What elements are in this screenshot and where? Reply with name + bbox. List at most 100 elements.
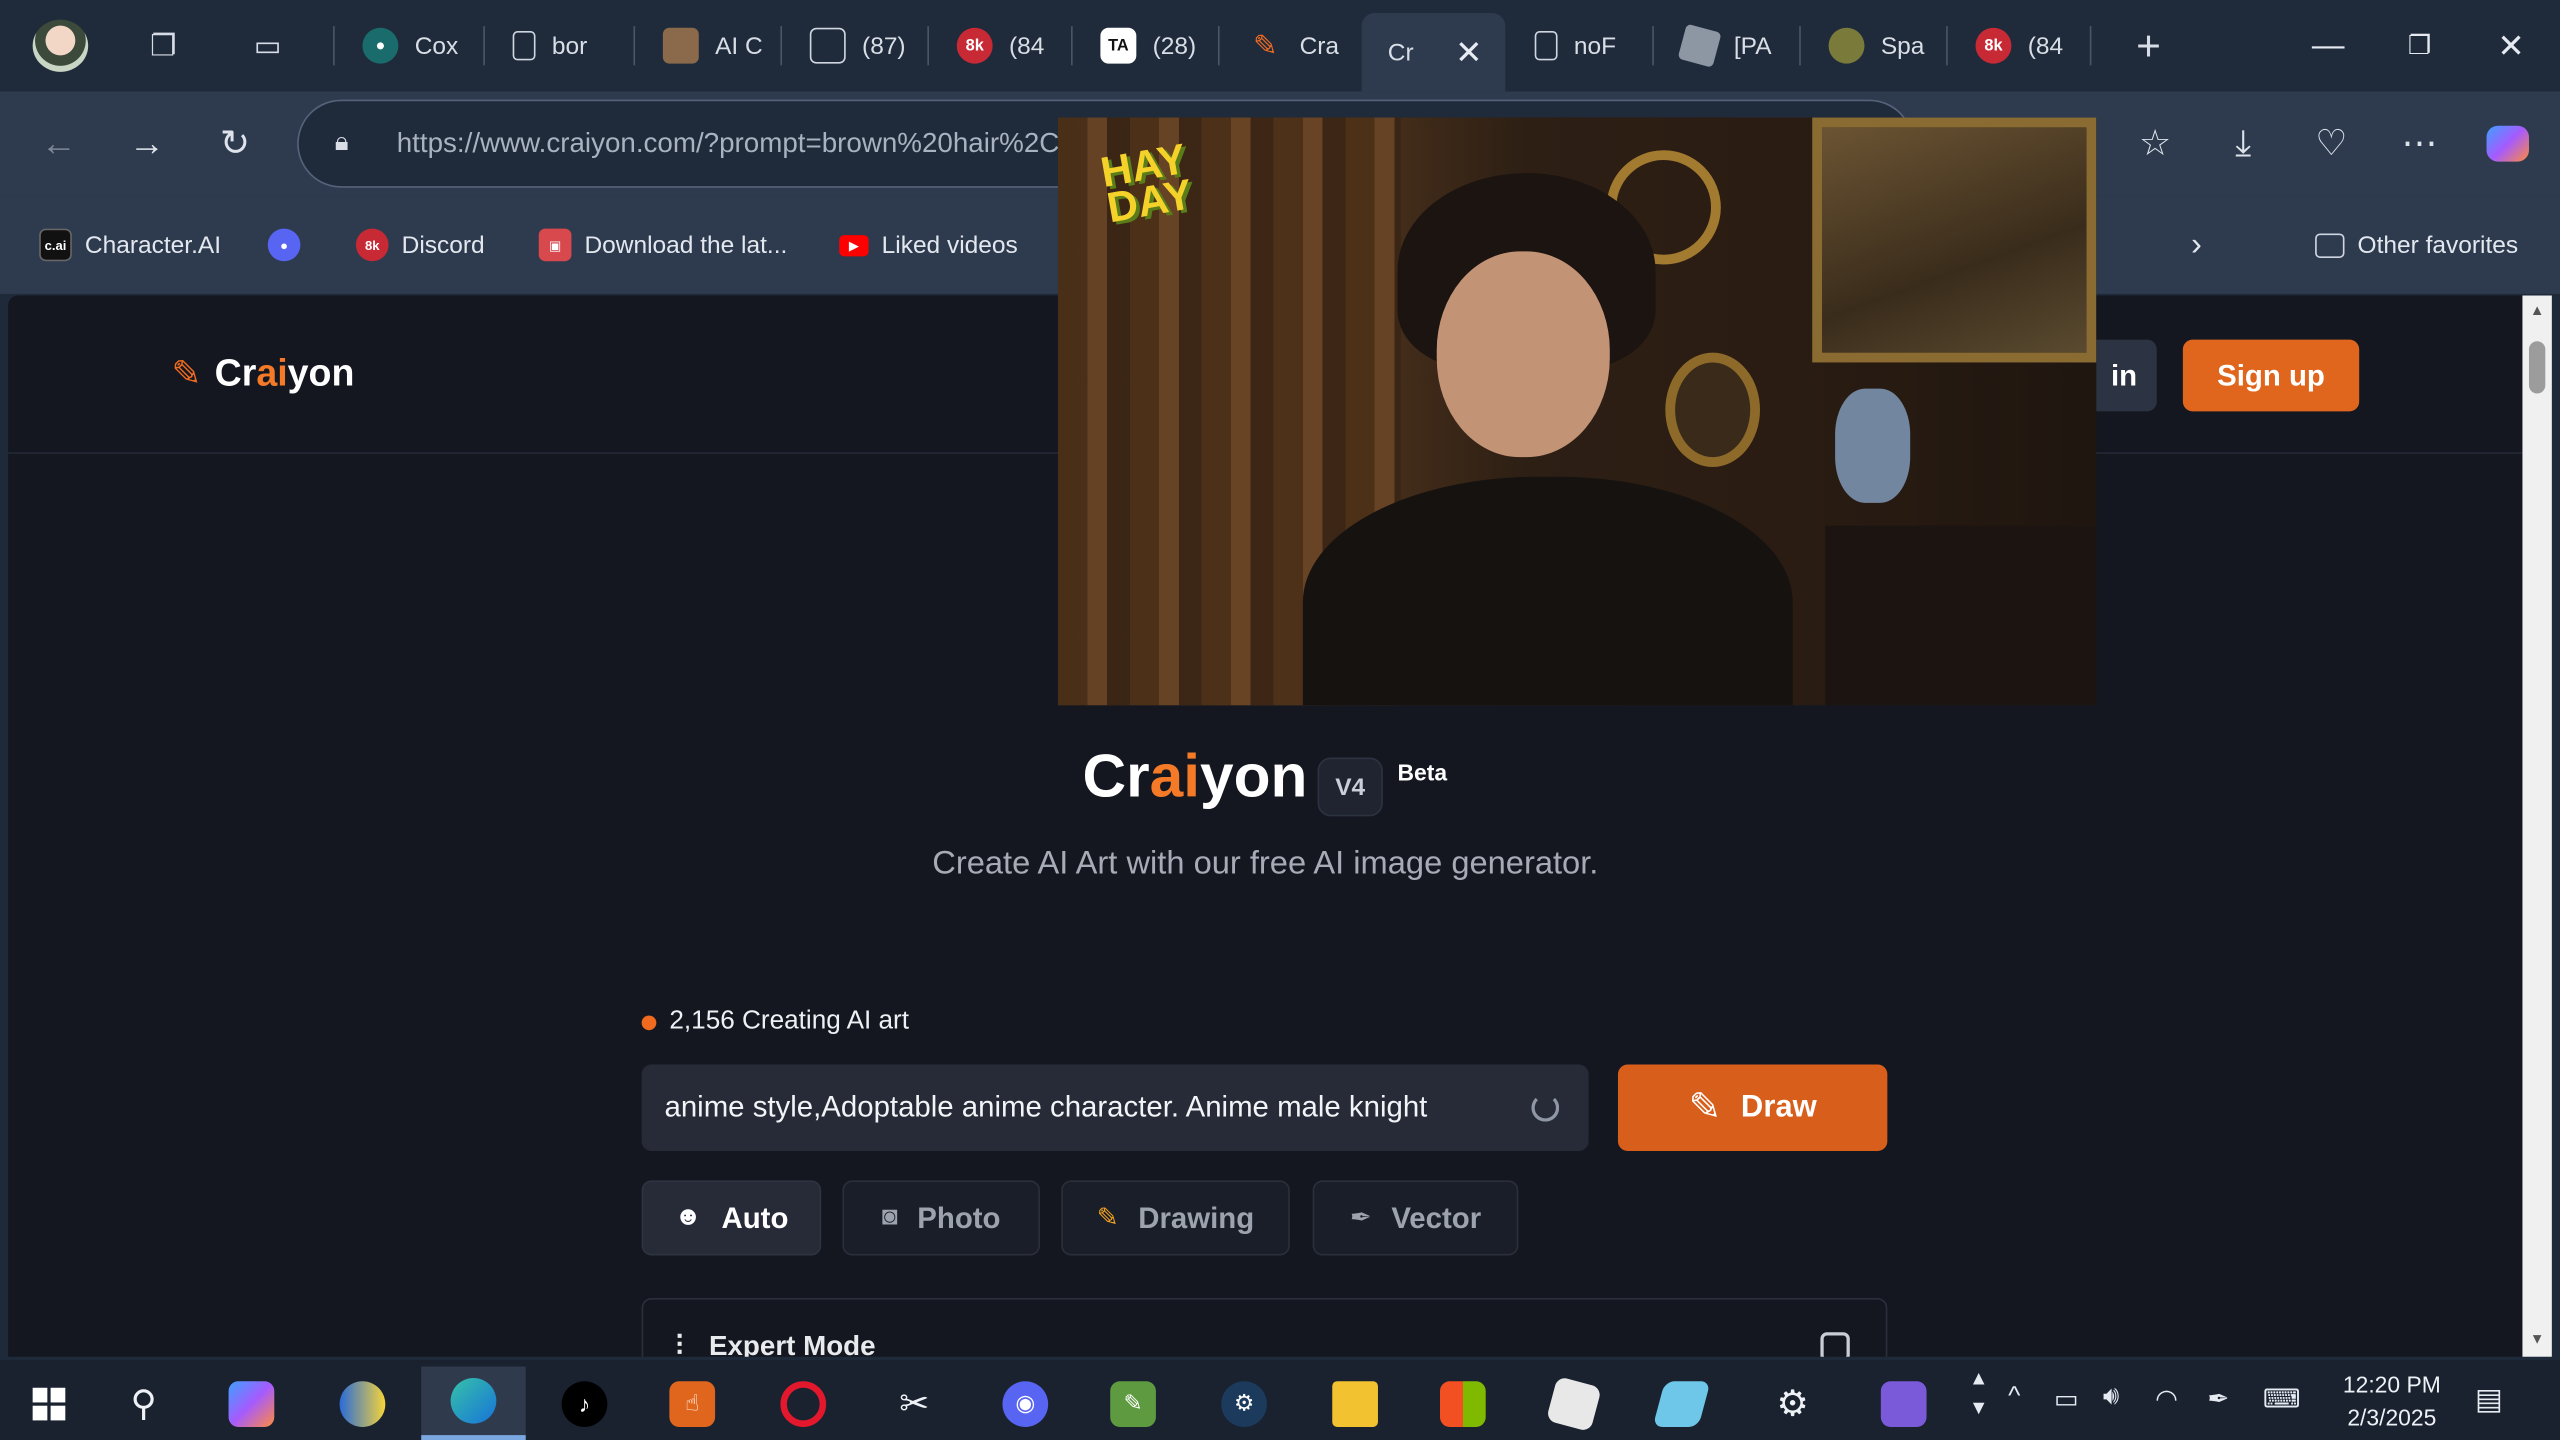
tab-2[interactable]: bor <box>487 13 634 78</box>
prompt-input[interactable]: anime style,Adoptable anime character. A… <box>641 1064 1589 1152</box>
draw-button[interactable]: ✎ Draw <box>1617 1064 1888 1152</box>
hay-day-logo: HAY DAY <box>1096 133 1197 233</box>
microsoft-store-icon[interactable] <box>1414 1367 1512 1440</box>
url-text[interactable]: https://www.craiyon.com/?prompt=brown%20… <box>397 127 1060 160</box>
signup-button[interactable]: Sign up <box>2182 339 2360 412</box>
other-favorites[interactable]: Other favorites <box>2315 225 2518 264</box>
app-cyan-icon[interactable] <box>1633 1367 1731 1440</box>
hero-subtitle: Create AI Art with our free AI image gen… <box>932 845 1599 882</box>
pen-nib-icon: ✒ <box>1349 1204 1372 1233</box>
pen-icon[interactable]: ✒ <box>2207 1383 2229 1416</box>
keyboard-icon[interactable]: ⌨ <box>2263 1383 2301 1416</box>
folder-icon <box>2315 232 2345 258</box>
notifications-icon[interactable]: ▤ <box>2475 1383 2503 1417</box>
screen: ❐ ▭ ● Cox bor AI C (87) 8k (84 TA (28) ✎… <box>0 0 2560 1440</box>
plush-toy-image <box>1835 388 1911 503</box>
refresh-icon[interactable]: ↻ <box>209 118 261 170</box>
volume-icon[interactable]: 🔊︎ <box>2103 1383 2119 1412</box>
status-dot-icon <box>641 1014 657 1030</box>
back-icon[interactable]: ← <box>33 118 85 170</box>
settings-icon[interactable]: ⚙ <box>1744 1367 1842 1440</box>
lock-icon[interactable]: 🔒︎ <box>335 129 364 158</box>
roblox-taskbar-icon[interactable] <box>1525 1367 1623 1440</box>
pencil-logo-icon: ✎ <box>171 351 202 393</box>
globe-teal-icon: ● <box>362 27 399 64</box>
expert-mode-toggle[interactable]: ⫶ Expert Mode <box>641 1297 1888 1357</box>
tab-11[interactable]: Spa <box>1802 13 1946 78</box>
favorite-character-ai[interactable]: c.ai Character.AI <box>39 225 221 264</box>
new-tab-icon[interactable]: + <box>2126 20 2172 69</box>
restore-icon[interactable]: ❐ <box>2387 23 2452 69</box>
mode-auto-button[interactable]: ☻ Auto <box>641 1180 822 1256</box>
person-face-image <box>1436 251 1610 458</box>
tab-5[interactable]: 8k (84 <box>931 13 1071 78</box>
expand-icon[interactable] <box>1820 1332 1850 1357</box>
taskbar-scroll-icon[interactable]: ▲ ▼ <box>1969 1363 1988 1422</box>
file-explorer-icon[interactable] <box>1306 1367 1404 1440</box>
tab-3[interactable]: AI C <box>637 13 781 78</box>
search-icon[interactable]: ⚲ <box>95 1367 193 1440</box>
tab-active[interactable]: Cr ✕ <box>1361 13 1506 92</box>
tab-actions-icon[interactable]: ▭ <box>245 23 291 69</box>
snipping-tool-icon[interactable]: ✂ <box>865 1367 963 1440</box>
app-orange-icon[interactable]: ☝ <box>643 1367 741 1440</box>
cai-icon: c.ai <box>39 228 72 262</box>
tab-1[interactable]: ● Cox <box>336 13 483 78</box>
battery-icon[interactable]: ▭ <box>2054 1383 2079 1416</box>
8k-badge-icon: 8k <box>956 27 993 64</box>
forward-icon[interactable]: → <box>121 118 173 170</box>
mode-photo-button[interactable]: ◙ Photo <box>842 1180 1040 1256</box>
scroll-thumb[interactable] <box>2528 341 2546 394</box>
tab-4[interactable]: (87) <box>784 13 928 78</box>
painting-image <box>1812 117 2097 363</box>
scroll-down-icon[interactable]: ▼ <box>2529 1331 2545 1347</box>
close-tab-icon[interactable]: ✕ <box>1455 32 1482 73</box>
app-green-icon[interactable]: ✎ <box>1084 1367 1182 1440</box>
download-icon[interactable]: ⤓ <box>2217 118 2269 170</box>
favorite-download[interactable]: ▣ Download the lat... <box>538 225 787 264</box>
favorite-liked-videos[interactable]: ▶ Liked videos <box>839 225 1018 264</box>
close-window-icon[interactable]: ✕ <box>2478 23 2543 69</box>
ta-logo-icon: TA <box>1100 27 1137 64</box>
wifi-icon[interactable]: ◠ <box>2155 1383 2178 1416</box>
discord-icon: ● <box>267 228 301 262</box>
steam-icon[interactable]: ⚙ <box>1195 1367 1293 1440</box>
tab-6[interactable]: TA (28) <box>1074 13 1218 78</box>
8k-badge-icon: 8k <box>355 228 389 262</box>
edge-icon[interactable] <box>421 1366 526 1440</box>
document-icon <box>1534 31 1558 61</box>
favorite-discord[interactable]: 8k Discord <box>355 225 485 264</box>
scroll-up-icon[interactable]: ▲ <box>2529 302 2545 318</box>
tab-12[interactable]: 8k (84 <box>1949 13 2089 78</box>
loading-spinner-icon <box>1531 1093 1560 1122</box>
more-menu-icon[interactable]: ⋯ <box>2393 118 2445 170</box>
pencil-icon: ✎ <box>1096 1204 1119 1233</box>
opera-icon[interactable] <box>754 1367 852 1440</box>
tab-9[interactable]: noF <box>1509 13 1653 78</box>
tiktok-icon[interactable]: ♪ <box>536 1367 634 1440</box>
minimize-icon[interactable]: — <box>2296 23 2361 69</box>
start-icon[interactable] <box>0 1367 98 1440</box>
browser-essentials-icon[interactable]: ♡ <box>2305 118 2357 170</box>
tab-7[interactable]: ✎ Cra <box>1221 13 1358 78</box>
favorites-star-icon[interactable]: ☆ <box>2129 118 2181 170</box>
workspaces-icon[interactable]: ❐ <box>140 23 186 69</box>
discord-taskbar-icon[interactable]: ◉ <box>976 1367 1074 1440</box>
camera-icon: ◙ <box>881 1203 898 1232</box>
copilot-icon[interactable] <box>2482 118 2534 170</box>
mode-vector-button[interactable]: ✒ Vector <box>1312 1180 1519 1256</box>
frog-avatar-icon <box>1828 27 1865 64</box>
mode-drawing-button[interactable]: ✎ Drawing <box>1061 1180 1290 1256</box>
copilot-taskbar-icon[interactable] <box>202 1367 300 1440</box>
clock[interactable]: 12:20 PM 2/3/2025 <box>2318 1368 2465 1433</box>
avatar-app-icon[interactable] <box>1855 1367 1953 1440</box>
profile-avatar[interactable] <box>32 19 89 72</box>
picture-in-picture-video[interactable]: HAY DAY <box>1057 117 2097 706</box>
show-hidden-icons[interactable]: ^ <box>2008 1383 2020 1412</box>
favorite-discord-icon-only[interactable]: ● <box>267 225 301 264</box>
browser-app-icon[interactable] <box>313 1367 411 1440</box>
craiyon-logo[interactable]: ✎ Craiyon <box>171 351 354 395</box>
page-scrollbar[interactable]: ▲ ▼ <box>2522 295 2552 1357</box>
tab-10[interactable]: [PA <box>1656 13 1800 78</box>
chevron-right-icon[interactable]: › <box>2191 225 2202 264</box>
